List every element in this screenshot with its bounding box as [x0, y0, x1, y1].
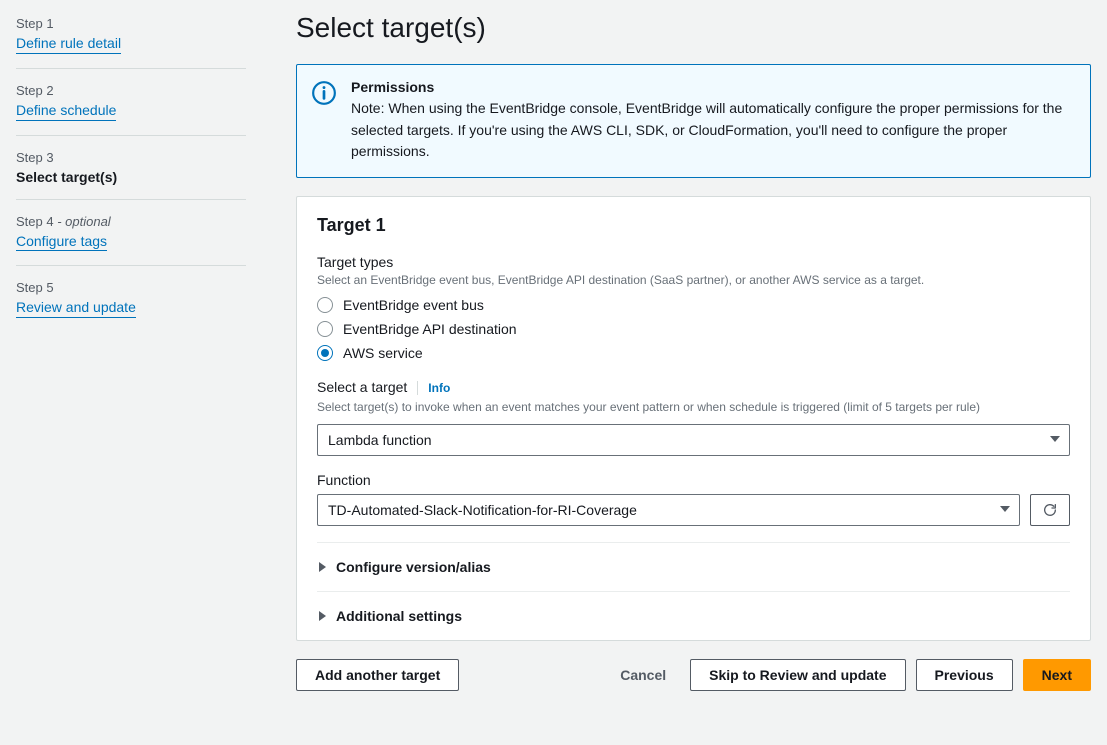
info-icon	[311, 80, 337, 163]
target-select[interactable]: Lambda function	[317, 424, 1070, 456]
target-types-radios: EventBridge event bus EventBridge API de…	[317, 297, 1070, 361]
previous-button[interactable]: Previous	[916, 659, 1013, 691]
radio-api-destination[interactable]: EventBridge API destination	[317, 321, 1070, 337]
triangle-right-icon	[319, 562, 326, 572]
wizard-footer: Add another target Cancel Skip to Review…	[296, 659, 1091, 691]
info-link[interactable]: Info	[428, 381, 450, 395]
cancel-button[interactable]: Cancel	[606, 659, 680, 691]
step-2-num: Step 2	[16, 83, 246, 98]
function-select[interactable]: TD-Automated-Slack-Notification-for-RI-C…	[317, 494, 1020, 526]
add-another-target-button[interactable]: Add another target	[296, 659, 459, 691]
step-2: Step 2 Define schedule	[16, 81, 246, 136]
step-3-num: Step 3	[16, 150, 246, 165]
step-4-num: Step 4 - optional	[16, 214, 246, 229]
main-content: Select target(s) Permissions Note: When …	[262, 0, 1107, 707]
step-1: Step 1 Define rule detail	[16, 14, 246, 69]
radio-eventbridge-bus[interactable]: EventBridge event bus	[317, 297, 1070, 313]
refresh-button[interactable]	[1030, 494, 1070, 526]
step-2-link[interactable]: Define schedule	[16, 102, 116, 121]
function-label: Function	[317, 472, 1070, 488]
wizard-steps-nav: Step 1 Define rule detail Step 2 Define …	[0, 0, 262, 707]
step-4: Step 4 - optional Configure tags	[16, 212, 246, 267]
permissions-infobox: Permissions Note: When using the EventBr…	[296, 64, 1091, 178]
radio-icon	[317, 297, 333, 313]
select-target-desc: Select target(s) to invoke when an event…	[317, 399, 1070, 416]
divider	[417, 381, 418, 395]
caret-down-icon	[1049, 432, 1061, 448]
radio-icon	[317, 345, 333, 361]
configure-version-alias-toggle[interactable]: Configure version/alias	[317, 542, 1070, 591]
next-button[interactable]: Next	[1023, 659, 1091, 691]
skip-button[interactable]: Skip to Review and update	[690, 659, 905, 691]
target-heading: Target 1	[317, 215, 1070, 236]
caret-down-icon	[999, 502, 1011, 518]
step-1-num: Step 1	[16, 16, 246, 31]
step-3-current: Select target(s)	[16, 169, 246, 185]
page-title: Select target(s)	[296, 12, 1091, 44]
refresh-icon	[1042, 502, 1058, 518]
target-types-label: Target types	[317, 254, 1070, 270]
step-5-num: Step 5	[16, 280, 246, 295]
infobox-title: Permissions	[351, 79, 1074, 95]
target-select-value: Lambda function	[328, 432, 432, 448]
step-5: Step 5 Review and update	[16, 278, 246, 332]
radio-aws-service[interactable]: AWS service	[317, 345, 1070, 361]
select-target-label: Select a target	[317, 379, 407, 395]
radio-icon	[317, 321, 333, 337]
target-panel: Target 1 Target types Select an EventBri…	[296, 196, 1091, 641]
step-5-link[interactable]: Review and update	[16, 299, 136, 318]
infobox-text: Note: When using the EventBridge console…	[351, 98, 1074, 163]
target-types-desc: Select an EventBridge event bus, EventBr…	[317, 272, 1070, 289]
step-4-link[interactable]: Configure tags	[16, 233, 107, 252]
step-1-link[interactable]: Define rule detail	[16, 35, 121, 54]
function-select-value: TD-Automated-Slack-Notification-for-RI-C…	[328, 502, 637, 518]
triangle-right-icon	[319, 611, 326, 621]
additional-settings-toggle[interactable]: Additional settings	[317, 591, 1070, 640]
step-3: Step 3 Select target(s)	[16, 148, 246, 200]
